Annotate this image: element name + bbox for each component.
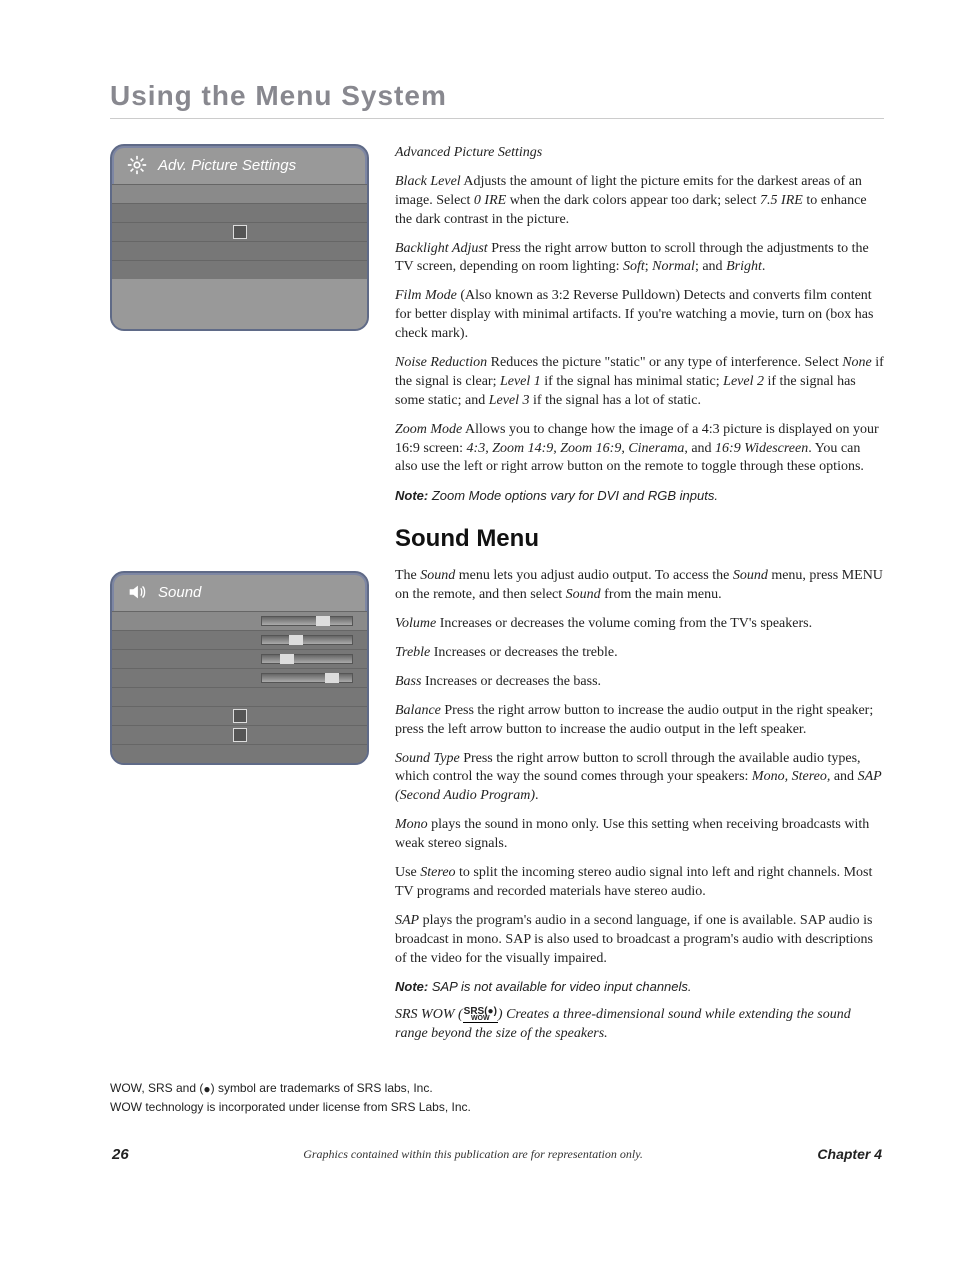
- para-sound-intro: The Sound menu lets you adjust audio out…: [395, 567, 884, 605]
- osd-row: [112, 261, 367, 279]
- trademark-block: WOW, SRS and (●) symbol are trademarks o…: [110, 1079, 884, 1116]
- osd-row: [112, 688, 367, 707]
- chapter-label: Chapter 4: [817, 1146, 882, 1162]
- osd-row: [112, 745, 367, 763]
- para-volume: Volume Increases or decreases the volume…: [395, 615, 884, 634]
- osd-row-slider: [112, 631, 367, 650]
- srs-eye-icon: ●: [203, 1080, 210, 1098]
- osd-row-slider: [112, 612, 367, 631]
- para-stereo: Use Stereo to split the incoming stereo …: [395, 864, 884, 902]
- osd-row: [112, 204, 367, 223]
- osd-row: [112, 185, 367, 204]
- para-mono: Mono plays the sound in mono only. Use t…: [395, 816, 884, 854]
- para-balance: Balance Press the right arrow button to …: [395, 702, 884, 740]
- osd-sound: Sound: [110, 571, 369, 765]
- osd-row-checkbox: [112, 223, 367, 242]
- para-sap: SAP plays the program's audio in a secon…: [395, 912, 884, 969]
- section-heading-sound: Sound Menu: [395, 523, 884, 555]
- checkbox-icon: [233, 709, 247, 723]
- para-zoom: Zoom Mode Allows you to change how the i…: [395, 421, 884, 478]
- para-soundtype: Sound Type Press the right arrow button …: [395, 750, 884, 807]
- osd-row-slider: [112, 650, 367, 669]
- osd-footer: [112, 279, 367, 329]
- para-film-mode: Film Mode (Also known as 3:2 Reverse Pul…: [395, 287, 884, 344]
- osd-row-checkbox: [112, 707, 367, 726]
- osd-adv-picture: Adv. Picture Settings: [110, 144, 369, 331]
- osd-row-slider: [112, 669, 367, 688]
- page-number: 26: [112, 1146, 129, 1163]
- note-zoom: Note: Zoom Mode options vary for DVI and…: [395, 487, 884, 505]
- settings-icon: [126, 154, 148, 176]
- para-bass: Bass Increases or decreases the bass.: [395, 673, 884, 692]
- osd-title: Adv. Picture Settings: [158, 157, 296, 174]
- osd-row-checkbox: [112, 726, 367, 745]
- divider: [110, 118, 884, 119]
- para-backlight: Backlight Adjust Press the right arrow b…: [395, 240, 884, 278]
- para-noise: Noise Reduction Reduces the picture "sta…: [395, 354, 884, 411]
- speaker-icon: [126, 581, 148, 603]
- subsection-heading: Advanced Picture Settings: [395, 144, 884, 163]
- para-treble: Treble Increases or decreases the treble…: [395, 644, 884, 663]
- checkbox-icon: [233, 225, 247, 239]
- checkbox-icon: [233, 728, 247, 742]
- note-sap: Note: SAP is not available for video inp…: [395, 978, 884, 996]
- osd-row: [112, 242, 367, 261]
- para-black-level: Black Level Adjusts the amount of light …: [395, 173, 884, 230]
- osd-title: Sound: [158, 584, 201, 601]
- page-title: Using the Menu System: [110, 80, 884, 112]
- para-srs: SRS WOW (SRS(●)WOW) Creates a three-dime…: [395, 1006, 884, 1044]
- srs-logo-icon: SRS(●)WOW: [463, 1007, 498, 1023]
- footer-caption: Graphics contained within this publicati…: [303, 1147, 643, 1162]
